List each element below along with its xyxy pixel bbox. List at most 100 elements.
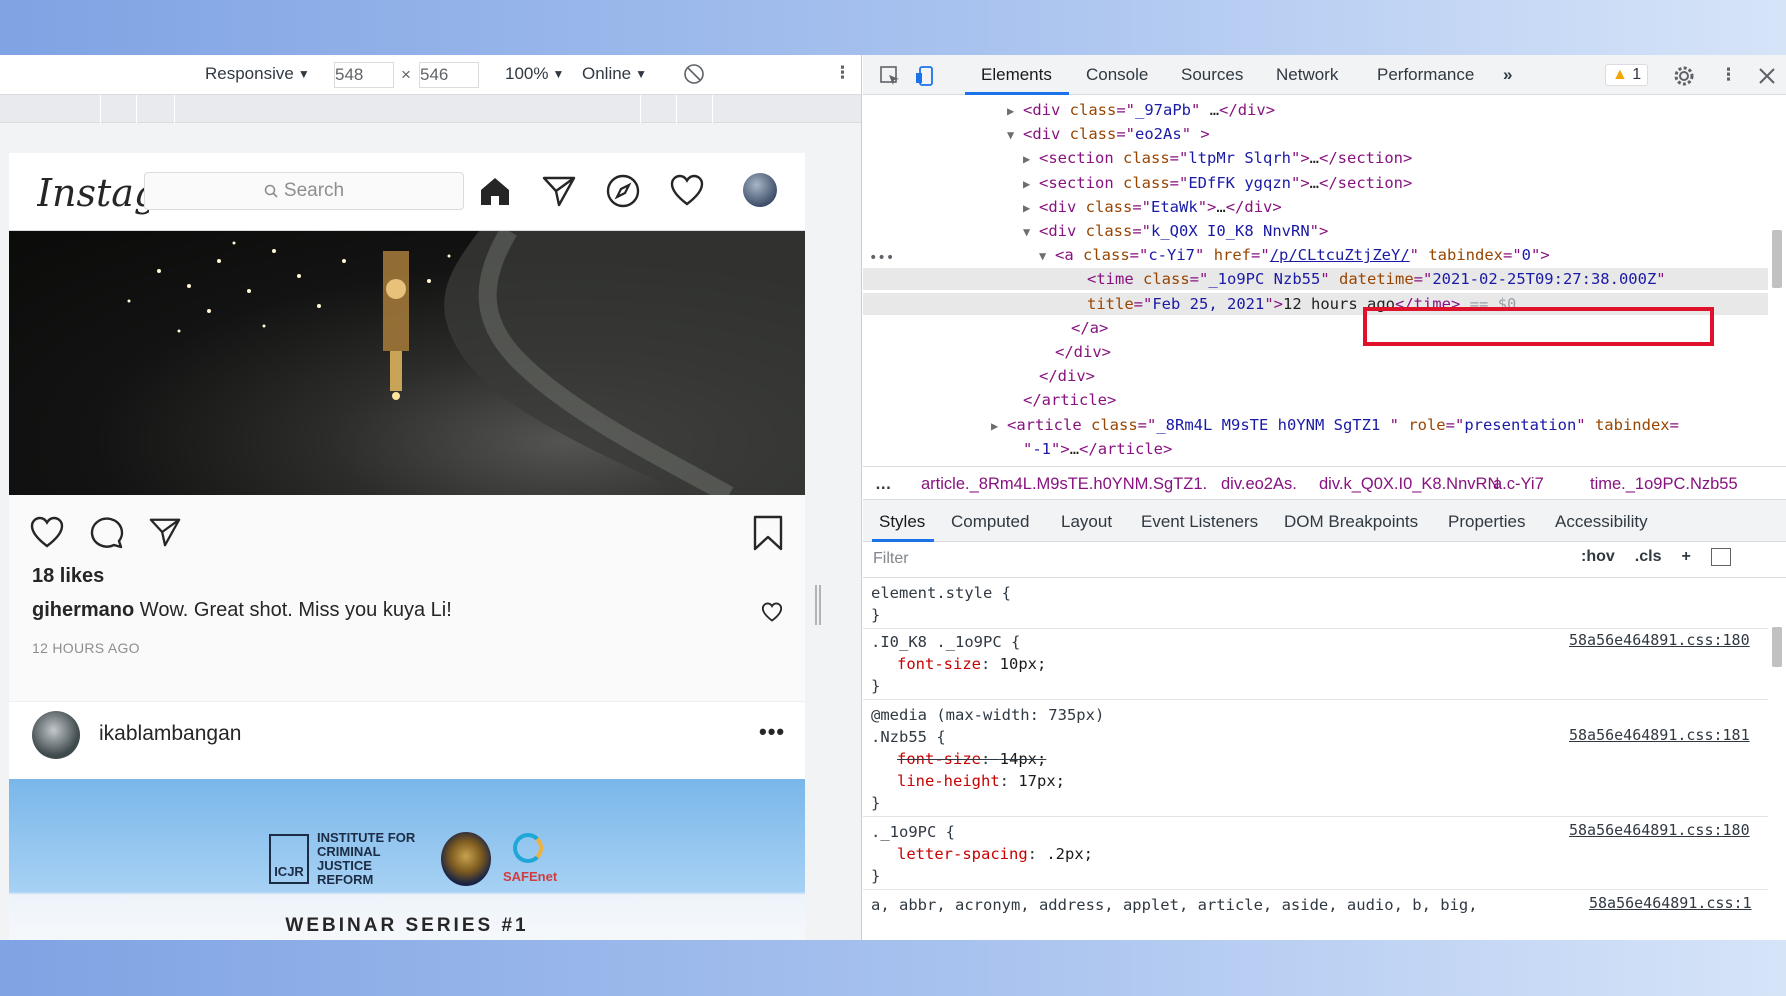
likes-count[interactable]: 18 likes — [32, 565, 104, 588]
sidebar-toggle-icon[interactable] — [1710, 548, 1731, 566]
bookmark-icon[interactable] — [751, 515, 785, 551]
comment-icon[interactable] — [89, 515, 125, 549]
tab-event-listeners[interactable]: Event Listeners — [1141, 512, 1258, 532]
network-throttle-select[interactable]: Online ▼ — [582, 64, 647, 84]
breadcrumb-item[interactable]: article._8Rm4L.M9sTE.h0YNM.SgTZ1. — [921, 475, 1207, 494]
tab-sources[interactable]: Sources — [1181, 65, 1243, 85]
dom-node[interactable]: ▶ <div class="EtaWk">…</div> — [1023, 196, 1282, 218]
css-declaration-overridden[interactable]: font-size: 14px; — [897, 748, 1046, 770]
post-image[interactable] — [9, 231, 805, 495]
customize-menu-icon[interactable]: ⋮ — [1720, 65, 1737, 85]
dom-node[interactable]: </div> — [1039, 365, 1095, 387]
rule-source-link[interactable]: 58a56e464891.css:181 — [1569, 726, 1750, 744]
profile-avatar[interactable] — [743, 173, 777, 207]
activity-heart-icon[interactable] — [669, 173, 705, 209]
rule-selector[interactable]: a, abbr, acronym, address, applet, artic… — [871, 894, 1478, 916]
tab-dom-breakpoints[interactable]: DOM Breakpoints — [1284, 512, 1418, 532]
element-style-selector[interactable]: element.style { — [871, 582, 1011, 604]
tab-network[interactable]: Network — [1276, 65, 1338, 85]
device-select[interactable]: Responsive ▼ — [205, 64, 310, 84]
class-toggle[interactable]: .cls — [1635, 548, 1662, 566]
expand-caret-icon[interactable]: ▶ — [1023, 173, 1039, 195]
dom-node[interactable]: </article> — [1023, 389, 1116, 411]
expand-caret-icon[interactable]: ▶ — [991, 415, 1007, 437]
dom-node[interactable]: ▶<article class="_8Rm4L M9sTE h0YNM SgTZ… — [991, 414, 1679, 436]
tab-properties[interactable]: Properties — [1448, 512, 1525, 532]
dom-node[interactable]: ▼ <div class="eo2As" > — [1007, 123, 1210, 145]
breadcrumb-overflow-icon[interactable]: … — [875, 475, 892, 494]
dom-node[interactable]: ▶ <div class="_97aPb" …</div> — [1007, 99, 1275, 121]
styles-filter-input[interactable]: Filter — [873, 550, 909, 568]
rotate-icon[interactable] — [683, 63, 705, 85]
tab-elements[interactable]: Elements — [981, 65, 1052, 85]
tab-layout[interactable]: Layout — [1061, 512, 1112, 532]
dom-scrollbar[interactable] — [1772, 230, 1782, 288]
explore-icon[interactable] — [605, 173, 641, 209]
expand-caret-icon[interactable]: ▶ — [1023, 197, 1039, 219]
dom-node[interactable]: ▶ <section class="EDfFK ygqzn">…</section… — [1023, 172, 1412, 194]
settings-gear-icon[interactable] — [1673, 65, 1695, 87]
comment-username[interactable]: gihermano — [32, 599, 134, 621]
breadcrumb-item[interactable]: a.c-Yi7 — [1493, 475, 1544, 494]
tab-accessibility[interactable]: Accessibility — [1555, 512, 1648, 532]
dom-node-actions-icon[interactable]: ••• — [869, 250, 894, 266]
rule-source-link[interactable]: 58a56e464891.css:1 — [1589, 894, 1752, 912]
breadcrumb-item[interactable]: div.k_Q0X.I0_K8.NnvRN — [1319, 475, 1499, 494]
rule-selector[interactable]: .Nzb55 { — [871, 726, 946, 748]
more-options-icon[interactable]: ⋮ — [834, 63, 851, 83]
collapse-caret-icon[interactable]: ▼ — [1039, 245, 1055, 267]
dom-node-selected[interactable]: <time class="_1o9PC Nzb55" datetime="202… — [1087, 268, 1666, 290]
post2-username[interactable]: ikablambangan — [99, 722, 241, 746]
breadcrumb-item[interactable]: div.eo2As. — [1221, 475, 1297, 494]
zoom-select[interactable]: 100% ▼ — [505, 64, 564, 84]
expand-caret-icon[interactable]: ▶ — [1023, 148, 1039, 170]
like-heart-icon[interactable] — [29, 515, 65, 549]
collapse-caret-icon[interactable]: ▼ — [1007, 124, 1023, 146]
styles-scrollbar[interactable] — [1772, 627, 1782, 667]
css-declaration[interactable]: line-height: 17px; — [897, 770, 1065, 792]
search-input[interactable]: Search — [144, 172, 464, 210]
collapse-caret-icon[interactable]: ▼ — [1023, 221, 1039, 243]
dom-token-attr: tabindex — [1594, 415, 1670, 434]
device-toolbar-icon[interactable] — [915, 65, 937, 87]
tab-performance[interactable]: Performance — [1377, 65, 1474, 85]
css-declaration[interactable]: font-size: 10px; — [897, 653, 1046, 675]
dom-token-link[interactable]: /p/CLtcuZtjZeY/ — [1270, 246, 1410, 264]
tab-styles[interactable]: Styles — [879, 512, 925, 532]
dom-node[interactable]: ▼ <div class="k_Q0X I0_K8 NnvRN"> — [1023, 220, 1328, 242]
dom-node[interactable]: "-1">…</article> — [1023, 438, 1172, 460]
rule-source-link[interactable]: 58a56e464891.css:180 — [1569, 631, 1750, 649]
post2-avatar[interactable] — [32, 711, 80, 759]
tab-computed[interactable]: Computed — [951, 512, 1029, 532]
rule-selector[interactable]: ._1o9PC { — [871, 821, 955, 843]
share-icon[interactable] — [147, 515, 183, 549]
post-timestamp[interactable]: 12 HOURS AGO — [32, 640, 140, 656]
home-icon[interactable] — [477, 173, 513, 209]
instagram-logo[interactable]: Instagram — [37, 171, 149, 215]
comment-like-icon[interactable] — [761, 601, 783, 623]
viewport-width-input[interactable]: 548 — [334, 62, 394, 88]
inspect-element-icon[interactable] — [879, 65, 901, 87]
rule-source-link[interactable]: 58a56e464891.css:180 — [1569, 821, 1750, 839]
post-options-button[interactable]: ••• — [759, 719, 785, 745]
viewport-resize-handle[interactable] — [815, 585, 821, 625]
dom-node[interactable]: ▼ <a class="c-Yi7" href="/p/CLtcuZtjZeY/"… — [1039, 244, 1550, 266]
dom-node[interactable]: ▶<article class="_8Rm4L M9sTE h0YNM SgTZ… — [991, 462, 1679, 465]
expand-caret-icon[interactable]: ▶ — [991, 463, 1007, 465]
viewport-height-input[interactable]: 546 — [419, 62, 479, 88]
direct-icon[interactable] — [541, 173, 577, 209]
close-icon[interactable] — [1756, 65, 1778, 87]
warnings-badge[interactable]: ▲ 1 — [1605, 64, 1649, 86]
css-declaration[interactable]: letter-spacing: .2px; — [897, 843, 1093, 865]
dom-node[interactable]: </a> — [1071, 317, 1108, 339]
rule-selector[interactable]: .I0_K8 ._1o9PC { — [871, 631, 1020, 653]
tab-console[interactable]: Console — [1086, 65, 1148, 85]
post2-image[interactable]: ICJR INSTITUTE FOR CRIMINAL JUSTICE REFO… — [9, 779, 805, 940]
new-rule-icon[interactable]: + — [1681, 548, 1690, 566]
dom-node[interactable]: </div> — [1055, 341, 1111, 363]
hover-state-toggle[interactable]: :hov — [1581, 548, 1615, 566]
more-tabs-icon[interactable]: » — [1503, 65, 1512, 85]
breadcrumb-item[interactable]: time._1o9PC.Nzb55 — [1590, 475, 1738, 494]
expand-caret-icon[interactable]: ▶ — [1007, 100, 1023, 122]
dom-node[interactable]: ▶ <section class="ltpMr Slqrh">…</section… — [1023, 147, 1412, 169]
